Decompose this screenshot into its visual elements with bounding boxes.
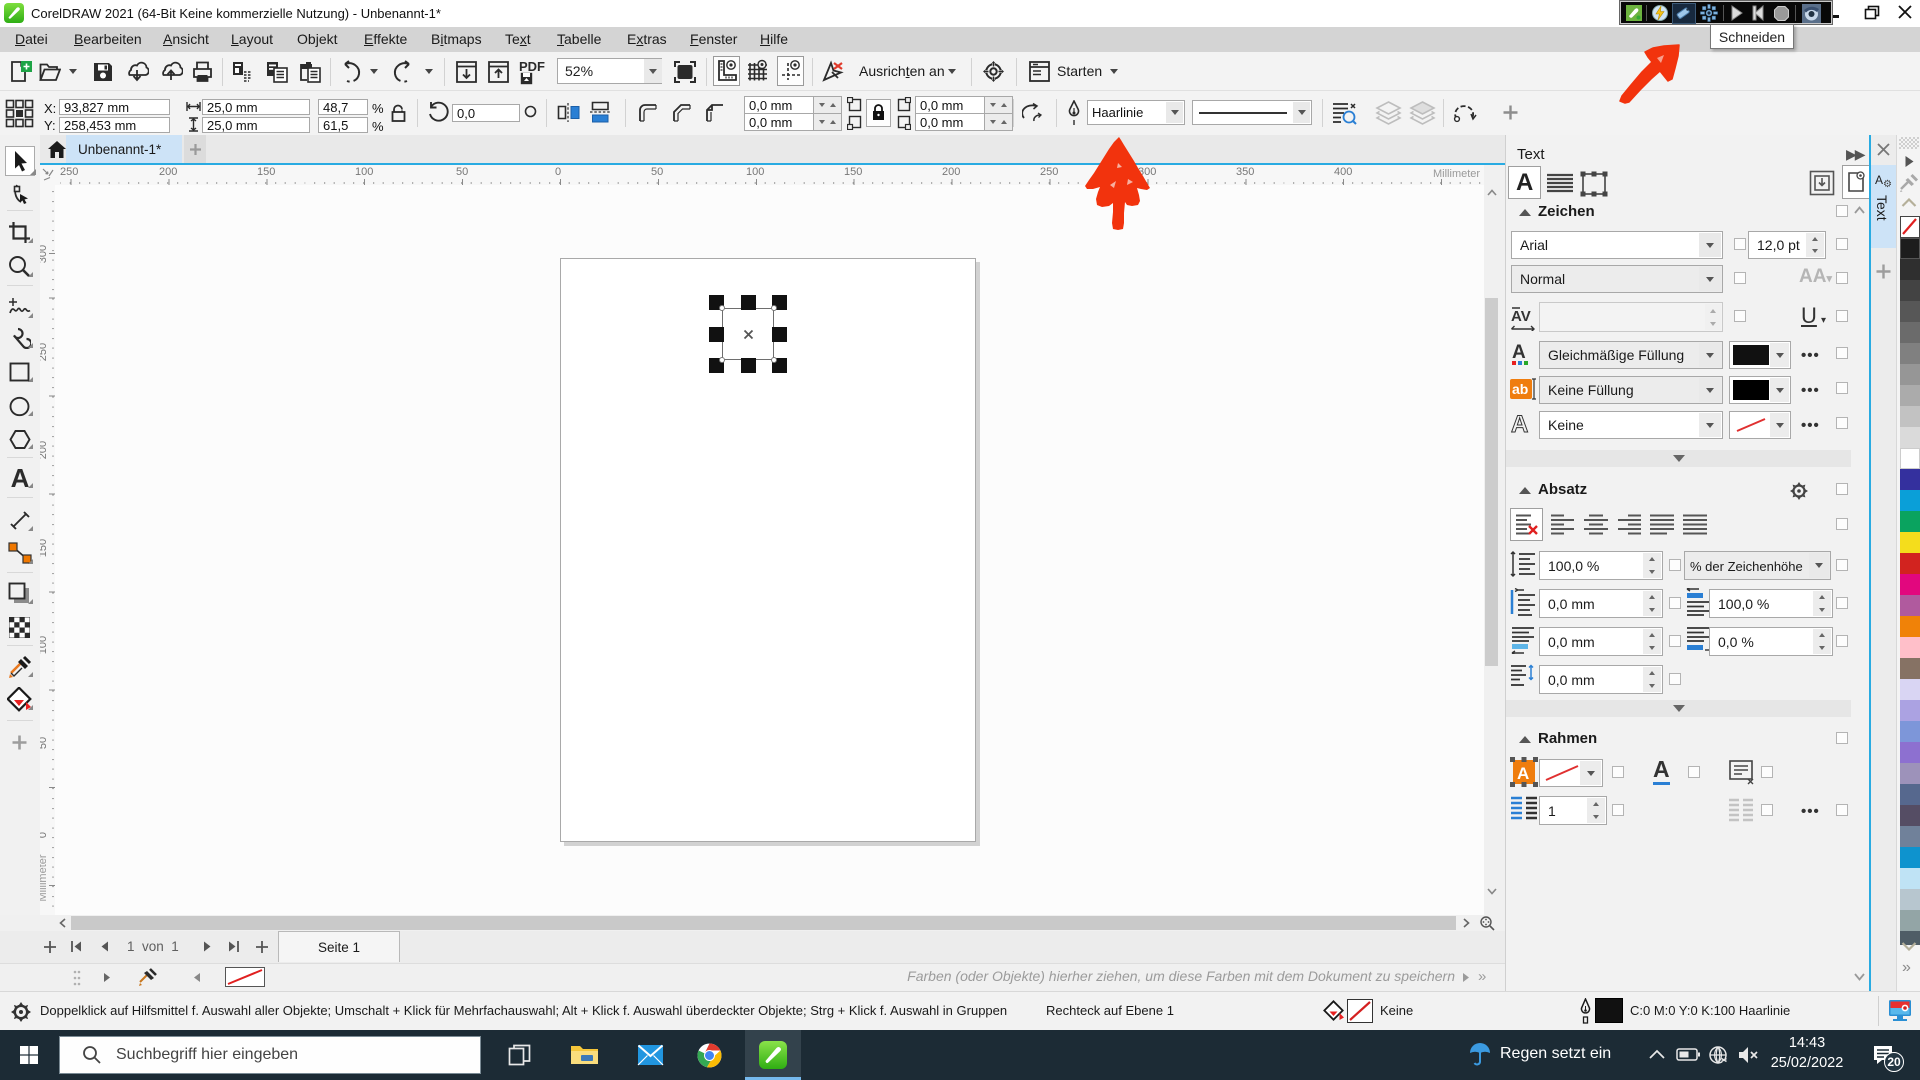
svg-text:ab: ab	[1512, 381, 1528, 397]
svg-text:A: A	[1517, 764, 1529, 783]
svg-text:A: A	[1512, 342, 1526, 363]
svg-text:A: A	[1511, 411, 1528, 438]
svg-text:AV: AV	[1511, 308, 1531, 325]
